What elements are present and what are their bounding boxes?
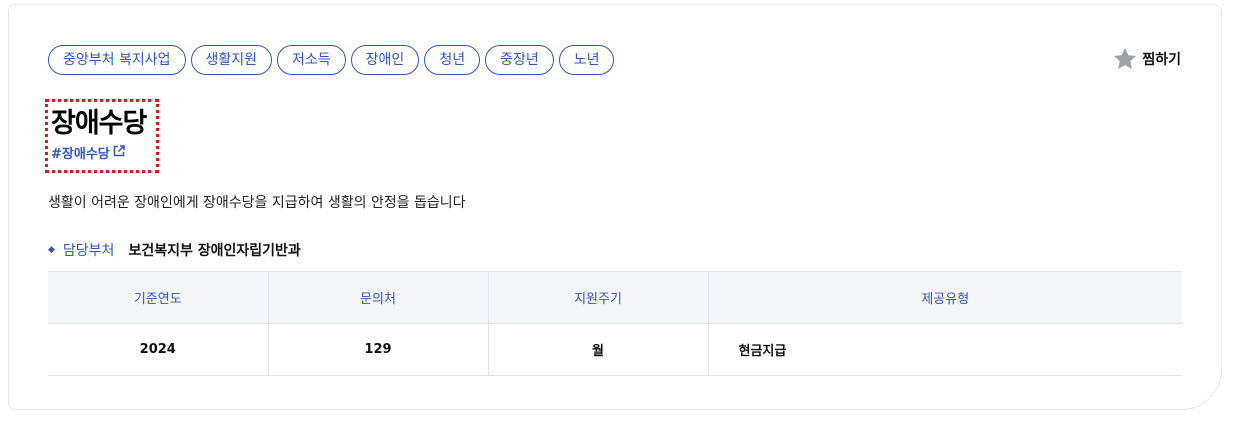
star-icon bbox=[1112, 46, 1138, 72]
external-link-icon bbox=[113, 144, 125, 161]
tag-youth[interactable]: 청년 bbox=[424, 45, 481, 75]
title-highlight: 장애수당 #장애수당 bbox=[45, 99, 159, 173]
header-base-year: 기준연도 bbox=[48, 271, 268, 324]
page-title: 장애수당 bbox=[51, 108, 147, 139]
tag-elderly[interactable]: 노년 bbox=[558, 45, 615, 75]
tag-central-ministry[interactable]: 중앙부처 복지사업 bbox=[48, 45, 186, 75]
tag-living-support[interactable]: 생활지원 bbox=[190, 45, 273, 75]
department-label: 담당부처 bbox=[62, 243, 115, 259]
department-row: ◆ 담당부처 보건복지부 장애인자립기반과 bbox=[48, 240, 301, 260]
header-contact: 문의처 bbox=[267, 271, 488, 324]
favorite-button[interactable]: 찜하기 bbox=[1112, 46, 1181, 72]
header-provision-type: 제공유형 bbox=[707, 271, 1182, 324]
hashtag-link[interactable]: #장애수당 bbox=[51, 143, 156, 162]
info-table: 기준연도 문의처 지원주기 제공유형 2024 129 월 현금지급 bbox=[48, 271, 1182, 376]
favorite-label: 찜하기 bbox=[1142, 52, 1181, 68]
tag-low-income[interactable]: 저소득 bbox=[277, 45, 346, 75]
department-value: 보건복지부 장애인자립기반과 bbox=[128, 243, 301, 259]
service-description: 생활이 어려운 장애인에게 장애수당을 지급하여 생활의 안정을 돕습니다 bbox=[48, 195, 466, 211]
cell-provision-type: 현금지급 bbox=[707, 323, 1182, 376]
cell-contact: 129 bbox=[267, 323, 488, 376]
table-header-row: 기준연도 문의처 지원주기 제공유형 bbox=[48, 271, 1182, 324]
header-support-cycle: 지원주기 bbox=[487, 271, 708, 324]
tag-disabled[interactable]: 장애인 bbox=[350, 45, 420, 75]
cell-support-cycle: 월 bbox=[487, 323, 708, 376]
category-tags: 중앙부처 복지사업 생활지원 저소득 장애인 청년 중장년 노년 bbox=[48, 45, 615, 75]
tag-middle-aged[interactable]: 중장년 bbox=[485, 45, 554, 75]
table-row: 2024 129 월 현금지급 bbox=[48, 323, 1182, 376]
hashtag-label: #장애수당 bbox=[51, 147, 110, 162]
cell-base-year: 2024 bbox=[48, 323, 268, 376]
diamond-bullet-icon: ◆ bbox=[48, 245, 55, 255]
